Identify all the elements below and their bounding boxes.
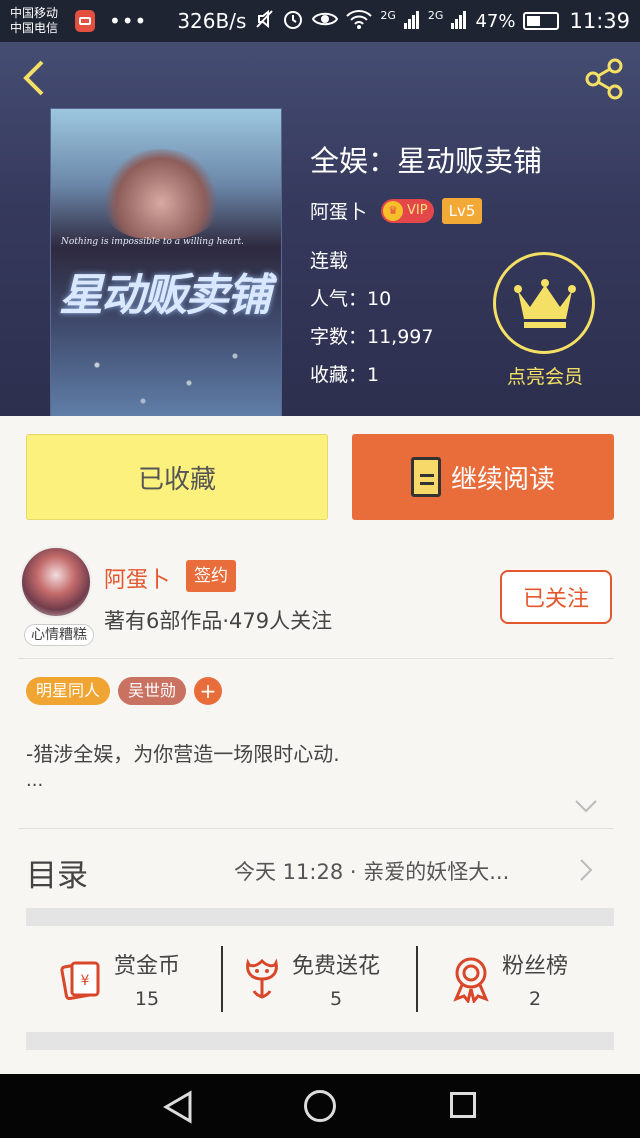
cover-portrait — [101, 149, 221, 239]
vip-promo-button[interactable] — [493, 252, 595, 354]
reward-coins-stat[interactable]: ¥ 赏金币 15 — [56, 948, 180, 1010]
nav-recent-apps-button[interactable] — [450, 1092, 476, 1118]
author-stats: 著有6部作品·479人关注 — [104, 609, 333, 633]
carrier-info: 中国移动 中国电信 — [10, 6, 69, 36]
signed-badge: 签约 — [186, 560, 236, 592]
reward-coins-value: 15 — [134, 988, 160, 1010]
nav-home-button[interactable] — [304, 1090, 336, 1122]
chevron-left-icon — [23, 60, 44, 96]
system-nav-bar — [0, 1074, 640, 1138]
clock: 11:39 — [569, 9, 630, 33]
tag-list: 明星同人 吴世勋 + — [26, 677, 223, 705]
book-author[interactable]: 阿蛋卜 — [310, 197, 367, 224]
carrier-2: 中国电信 — [10, 21, 59, 35]
level-badge: Lv5 — [441, 197, 483, 224]
fan-ranking-stat[interactable]: 粉丝榜 2 — [450, 948, 568, 1010]
signal-bars-2-icon — [451, 9, 467, 34]
cover-subtitle: Nothing is impossible to a willing heart… — [61, 237, 244, 247]
author-avatar[interactable] — [20, 546, 92, 618]
mute-icon — [256, 9, 274, 34]
signal-2-icon: 2G — [427, 8, 444, 22]
cover-title: 星动贩卖铺 — [59, 270, 271, 321]
follow-label: 已关注 — [522, 587, 589, 612]
medal-icon — [453, 957, 489, 1003]
follow-button[interactable]: 已关注 — [500, 570, 612, 624]
vip-badge: ♛ VIP — [381, 198, 434, 223]
continue-reading-button[interactable]: 继续阅读 — [352, 434, 614, 520]
collected-button[interactable]: 已收藏 — [26, 434, 328, 520]
share-button[interactable] — [582, 56, 628, 102]
collected-label: 已收藏 — [137, 464, 216, 495]
description-ellipsis: ... — [26, 770, 44, 791]
book-popularity: 人气：10 — [310, 288, 392, 310]
chevron-down-icon — [575, 800, 597, 813]
section-separator — [26, 1032, 614, 1050]
status-bar: 中国移动 中国电信 ••• 326B/s 2G 2G 47% 11:39 — [0, 0, 640, 42]
crown-icon — [514, 279, 576, 328]
add-tag-button[interactable]: + — [194, 677, 223, 705]
status-icons: 2G 2G 47% — [256, 8, 560, 35]
nav-back-button[interactable] — [162, 1090, 194, 1128]
book-word-count: 字数：11,997 — [310, 326, 434, 348]
mail-notification-icon — [74, 10, 95, 32]
section-separator — [26, 908, 614, 926]
reward-coins-label: 赏金币 — [114, 954, 181, 979]
tag-item[interactable]: 吴世勋 — [118, 677, 187, 705]
free-flowers-value: 5 — [329, 988, 343, 1010]
battery-percent: 47% — [475, 10, 516, 32]
eye-icon — [312, 10, 339, 33]
vip-promo-label[interactable]: 点亮会员 — [500, 362, 590, 389]
network-speed: 326B/s — [177, 9, 247, 33]
continue-reading-label: 继续阅读 — [450, 464, 555, 495]
svg-text:¥: ¥ — [81, 973, 90, 989]
fan-ranking-value: 2 — [528, 988, 542, 1010]
back-button[interactable] — [16, 58, 56, 98]
book-favorites: 收藏：1 — [310, 364, 380, 386]
battery-level — [527, 16, 541, 26]
toc-label: 目录 — [26, 858, 88, 894]
avatar-mood-tag: 心情糟糕 — [24, 624, 94, 646]
carrier-1: 中国移动 — [10, 6, 59, 20]
triangle-back-icon — [163, 1090, 192, 1124]
stat-divider — [416, 946, 418, 1012]
flower-icon — [246, 958, 278, 999]
latest-chapter: 今天 11:28 · 亲爱的妖怪大... — [234, 860, 510, 884]
divider — [18, 828, 614, 829]
book-status: 连载 — [310, 250, 349, 272]
author-name[interactable]: 阿蛋卜 — [104, 562, 170, 594]
cover-sparkles — [51, 329, 281, 416]
battery-icon — [523, 12, 560, 30]
alarm-icon — [282, 8, 304, 35]
book-header: Nothing is impossible to a willing heart… — [0, 42, 640, 416]
expand-description-button[interactable] — [574, 798, 598, 814]
more-notifications-icon: ••• — [108, 9, 148, 33]
divider — [18, 658, 614, 659]
stat-divider — [221, 946, 223, 1012]
book-cover[interactable]: Nothing is impossible to a willing heart… — [50, 108, 282, 416]
free-flowers-label: 免费送花 — [292, 954, 381, 979]
signal-1-icon: 2G — [380, 8, 396, 22]
author-line: 阿蛋卜 ♛ VIP Lv5 — [310, 197, 483, 224]
share-icon — [585, 58, 623, 100]
book-description: -猎涉全娱，为你营造一场限时心动. — [26, 742, 340, 766]
wifi-icon — [346, 9, 373, 34]
free-flowers-stat[interactable]: 免费送花 5 — [242, 948, 380, 1010]
book-icon — [410, 457, 441, 497]
red-envelope-icon: ¥ — [60, 961, 100, 1001]
book-title: 全娱：星动贩卖铺 — [310, 144, 543, 178]
signal-bars-1-icon — [403, 9, 420, 34]
chevron-right-icon — [578, 856, 594, 884]
tag-item[interactable]: 明星同人 — [26, 677, 111, 705]
crown-icon: ♛ — [383, 200, 404, 221]
vip-badge-text: VIP — [407, 203, 428, 218]
fan-ranking-label: 粉丝榜 — [502, 954, 569, 979]
